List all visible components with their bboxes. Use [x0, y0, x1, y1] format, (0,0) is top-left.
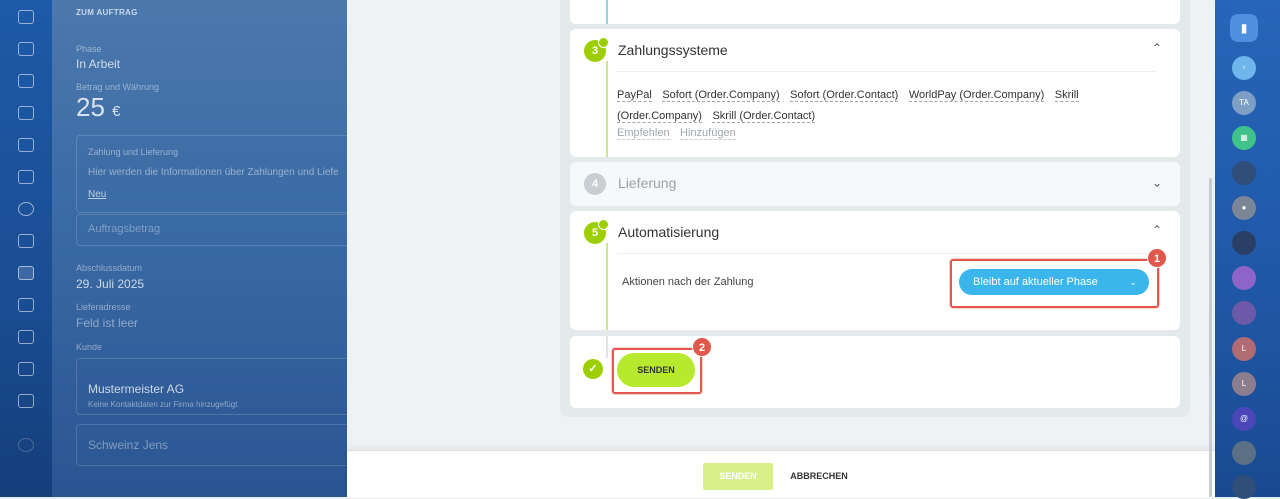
chat-icon[interactable]: ▫ — [1232, 56, 1256, 80]
left-navigation — [0, 0, 52, 497]
list-icon[interactable] — [18, 298, 34, 312]
timeline-line — [606, 243, 608, 330]
company-sub: Keine Kontaktdaten zur Firma hinzugefügt — [88, 400, 238, 409]
order-amount-label: Auftragsbetrag — [88, 223, 161, 235]
footer-cancel-button[interactable]: ABBRECHEN — [783, 463, 855, 490]
timeline-line — [606, 0, 608, 24]
annotation-badge-2: 2 — [692, 337, 712, 357]
check-circle-icon: ✓ — [583, 359, 603, 379]
avatar[interactable] — [1232, 161, 1256, 185]
export-icon[interactable] — [18, 362, 34, 376]
payment-system-link[interactable]: WorldPay (Order.Company) — [908, 89, 1045, 102]
phase-label: Phase — [76, 44, 102, 54]
previous-step-card — [570, 0, 1180, 24]
address-label: Lieferadresse — [76, 302, 131, 312]
order-detail-panel: ZUM AUFTRAG Phase In Arbeit Betrag und W… — [52, 0, 347, 497]
divider — [617, 71, 1156, 72]
timeline-line — [606, 336, 608, 358]
client-label: Kunde — [76, 342, 103, 352]
step-number-3: 3 — [584, 37, 609, 62]
filter-icon[interactable] — [18, 266, 34, 280]
annotation-badge-1: 1 — [1147, 248, 1167, 268]
store-icon[interactable] — [18, 330, 34, 344]
contact-value[interactable]: Schweinz Jens — [88, 438, 168, 452]
payment-systems-title: Zahlungssysteme — [618, 42, 728, 58]
chevron-down-icon[interactable]: ⌃ — [1152, 175, 1162, 189]
send-card: ✓ SENDEN 2 — [570, 336, 1180, 408]
documents-icon[interactable] — [18, 42, 34, 56]
calendar-icon[interactable] — [18, 10, 34, 24]
chat-icon[interactable] — [18, 234, 34, 248]
step-number-4: 4 — [584, 173, 606, 195]
close-date-value: 29. Juli 2025 — [76, 277, 145, 291]
settings-icon[interactable] — [18, 438, 34, 452]
payment-actions: Empfehlen Hinzufügen — [617, 123, 742, 141]
contacts-icon[interactable] — [18, 170, 34, 184]
divider — [617, 253, 1156, 254]
card-icon[interactable] — [18, 106, 34, 120]
highlight-box-2 — [612, 348, 702, 394]
payment-systems-card: 3 Zahlungssysteme ⌃ PayPal Sofort (Order… — [570, 29, 1180, 157]
delivery-card[interactable]: 4 Lieferung ⌃ — [570, 162, 1180, 206]
automation-card: 5 Automatisierung ⌃ Aktionen nach der Za… — [570, 211, 1180, 330]
avatar[interactable]: L — [1232, 372, 1256, 396]
target-icon[interactable] — [18, 202, 34, 216]
chevron-up-icon[interactable]: ⌃ — [1152, 223, 1162, 237]
scrollbar[interactable] — [1209, 178, 1212, 497]
payment-system-link[interactable]: PayPal — [617, 89, 652, 102]
payment-system-link[interactable]: Skrill (Order.Contact) — [712, 110, 816, 123]
avatar[interactable]: L — [1232, 337, 1256, 361]
check-icon — [598, 37, 609, 48]
avatar[interactable] — [1232, 231, 1256, 255]
add-link[interactable]: Hinzufügen — [680, 127, 736, 140]
tasks-icon[interactable] — [18, 74, 34, 88]
amount-value: 25 € — [76, 92, 121, 122]
bookmark-icon[interactable]: ▮ — [1230, 14, 1258, 42]
mail-icon[interactable] — [18, 138, 34, 152]
address-value: Feld ist leer — [76, 316, 139, 330]
company-value[interactable]: Mustermeister AG — [88, 382, 184, 396]
payment-slider: 3 Zahlungssysteme ⌃ PayPal Sofort (Order… — [347, 0, 1215, 497]
amount-label: Betrag und Währung — [76, 82, 160, 92]
payment-system-link[interactable]: Sofort (Order.Contact) — [790, 89, 899, 102]
right-sidebar: ▮ ▫ TA ▦ ● L L @ — [1215, 0, 1280, 499]
steps-container: 3 Zahlungssysteme ⌃ PayPal Sofort (Order… — [560, 0, 1190, 417]
currency: € — [112, 103, 121, 120]
payment-systems-list: PayPal Sofort (Order.Company) Sofort (Or… — [617, 84, 1157, 126]
payment-section-text: Hier werden die Informationen über Zahlu… — [88, 167, 339, 178]
lock-icon[interactable]: ● — [1232, 196, 1256, 220]
avatar[interactable] — [1232, 266, 1256, 290]
close-date-label: Abschlussdatum — [76, 263, 143, 273]
delivery-title: Lieferung — [618, 175, 677, 191]
footer-send-button[interactable]: SENDEN — [703, 463, 773, 490]
after-payment-label: Aktionen nach der Zahlung — [622, 276, 754, 288]
panel-header: ZUM AUFTRAG — [76, 8, 138, 17]
recommend-link[interactable]: Empfehlen — [617, 127, 670, 140]
phase-value: In Arbeit — [76, 57, 121, 71]
chevron-up-icon[interactable]: ⌃ — [1152, 41, 1162, 55]
team-icon[interactable] — [18, 394, 34, 408]
payment-section-title: Zahlung und Lieferung — [88, 147, 179, 157]
avatar[interactable] — [1232, 441, 1256, 465]
automation-title: Automatisierung — [618, 224, 720, 240]
calendar-icon[interactable]: ▦ — [1232, 126, 1256, 150]
timeline-line — [606, 61, 608, 157]
avatar[interactable] — [1232, 301, 1256, 325]
step-number-5: 5 — [584, 219, 609, 244]
highlight-box-1 — [950, 259, 1159, 308]
check-icon — [598, 219, 609, 230]
payment-system-link[interactable]: Sofort (Order.Company) — [662, 89, 780, 102]
avatar[interactable]: TA — [1232, 91, 1256, 115]
new-link[interactable]: Neu — [88, 189, 106, 200]
avatar[interactable] — [1232, 475, 1256, 499]
slider-footer: SENDEN ABBRECHEN — [347, 450, 1215, 498]
at-icon[interactable]: @ — [1232, 407, 1256, 431]
